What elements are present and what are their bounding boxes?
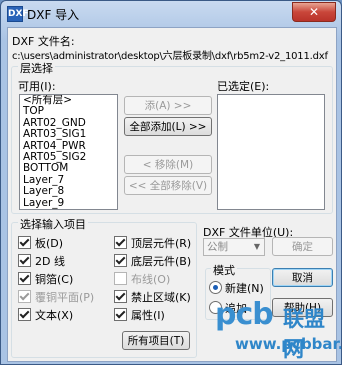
units-select[interactable]: 公制 ▼ [203, 238, 265, 256]
chevron-down-icon: ▼ [253, 242, 260, 251]
available-label: 可用(I): [18, 80, 56, 93]
add-button[interactable]: 添(A) >> [124, 96, 212, 115]
layer-list-item[interactable]: ART03_SIG1 [20, 128, 117, 140]
import-item-label: 2D 线 [35, 255, 65, 268]
units-value: 公制 [207, 241, 228, 253]
checkbox-indicator [18, 272, 31, 285]
import-item-label: 底层元件(B) [131, 255, 192, 268]
checkbox-indicator [114, 254, 127, 267]
checkbox-indicator [18, 254, 31, 267]
checkbox-indicator [18, 236, 31, 249]
import-items-group-label: 选择输入项目 [18, 216, 88, 232]
window-title: DXF 导入 [27, 8, 80, 22]
mode-new-radio[interactable]: 新建(N) [209, 281, 264, 295]
import-item-checkbox[interactable]: 顶层元件(R) [114, 236, 191, 250]
import-item-checkbox[interactable]: 板(D) [18, 236, 63, 250]
units-ok-button[interactable]: 确定 [272, 237, 333, 256]
checkbox-indicator [114, 272, 127, 285]
import-item-label: 属性(I) [131, 309, 165, 322]
dxf-file-path: c:\users\administrator\desktop\六层板录制\dxf… [12, 51, 328, 62]
import-item-checkbox[interactable]: 禁止区域(K) [114, 290, 191, 304]
watermark-cn-text: 联盟网 [283, 307, 325, 361]
watermark: pcb 联盟网 www.pcbbar.com [213, 297, 341, 361]
import-item-label: 覆铜平面(P) [35, 291, 95, 304]
layer-list-item[interactable]: Layer_9 [20, 197, 117, 209]
dxf-app-icon: DXF [7, 6, 29, 22]
import-item-checkbox[interactable]: 布线(O) [114, 272, 170, 286]
checkbox-indicator [18, 290, 31, 303]
mode-new-label: 新建(N) [225, 282, 264, 295]
selected-layers-list[interactable] [217, 94, 325, 210]
checkbox-indicator [114, 236, 127, 249]
available-layers-list[interactable]: <所有层> TOP ART02_GND ART03_SIG1 ART04_PWR ART0… [19, 94, 118, 210]
mode-group-label: 模式 [211, 262, 237, 278]
title-bar: DXF DXF 导入 ✕ [1, 1, 341, 27]
import-item-label: 文本(X) [35, 309, 74, 322]
import-item-label: 布线(O) [131, 273, 171, 286]
checkbox-indicator [18, 308, 31, 321]
layer-select-group-label: 层选择 [18, 60, 55, 76]
cancel-button[interactable]: 取消 [272, 268, 333, 287]
close-button[interactable]: ✕ [292, 2, 336, 22]
import-item-label: 禁止区域(K) [131, 291, 191, 304]
dxf-import-dialog: DXF DXF 导入 ✕ DXF 文件名: c:\users\administr… [0, 0, 342, 365]
layer-list-item[interactable]: Layer_8 [20, 185, 117, 197]
selected-label: 已选定(E): [217, 80, 270, 93]
checkbox-indicator [114, 290, 127, 303]
watermark-url: www.pcbbar.com [235, 335, 341, 353]
checkbox-indicator [114, 308, 127, 321]
import-item-label: 顶层元件(R) [131, 237, 192, 250]
import-item-checkbox[interactable]: 底层元件(B) [114, 254, 191, 268]
import-item-checkbox[interactable]: 文本(X) [18, 308, 73, 322]
add-all-button[interactable]: 全部添加(L) >> [124, 117, 212, 136]
all-items-button[interactable]: 所有项目(T) [122, 331, 190, 350]
remove-button[interactable]: < 移除(M) [124, 155, 212, 174]
import-item-checkbox[interactable]: 铜箔(C) [18, 272, 73, 286]
import-item-checkbox[interactable]: 属性(I) [114, 308, 165, 322]
import-item-label: 板(D) [35, 237, 64, 250]
watermark-logo: pcb [215, 297, 274, 332]
remove-all-button[interactable]: << 全部移除(V) [124, 176, 212, 195]
import-item-checkbox[interactable]: 2D 线 [18, 254, 65, 268]
import-item-label: 铜箔(C) [35, 273, 74, 286]
radio-indicator [209, 281, 222, 294]
import-item-checkbox[interactable]: 覆铜平面(P) [18, 290, 94, 304]
